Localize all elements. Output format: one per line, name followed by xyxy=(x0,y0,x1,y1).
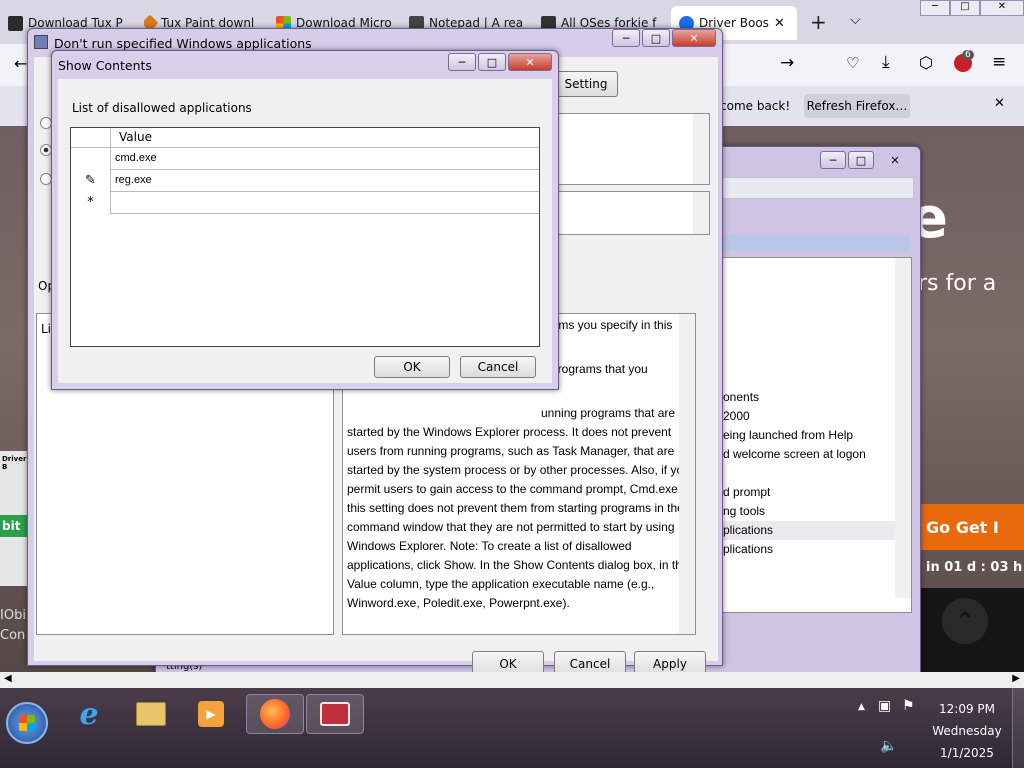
file-explorer-icon[interactable] xyxy=(122,694,180,734)
menu-icon[interactable]: ≡ xyxy=(992,52,1006,72)
bg-minimize-icon[interactable]: ─ xyxy=(820,151,846,169)
taskbar: e ▶ ▲ ▣ ⚑ 🔈 12:09 PM Wednesday 1/1/2025 xyxy=(0,688,1024,768)
group-policy-taskbar-icon[interactable] xyxy=(306,694,364,734)
clock-time: 12:09 PM xyxy=(939,702,995,716)
show-desktop-button[interactable] xyxy=(1012,688,1024,768)
scroll-right-icon[interactable]: ▶ xyxy=(1012,673,1020,684)
help-body-text: unning programs that are started by the … xyxy=(347,406,690,610)
clock-day: Wednesday xyxy=(932,724,1002,738)
countdown-timer: in 01 d : 03 h xyxy=(926,560,1023,575)
edit-pencil-icon: ✎ xyxy=(71,170,111,192)
policy-list-item[interactable]: 2000 xyxy=(723,407,897,426)
row-header xyxy=(71,148,111,170)
scroll-top-icon[interactable]: ⌃ xyxy=(942,598,988,644)
pocket-icon[interactable]: ♡ xyxy=(846,54,859,72)
new-tab-icon[interactable]: + xyxy=(810,10,827,34)
action-center-flag-icon[interactable]: ⚑ xyxy=(902,698,915,714)
download-icon[interactable]: ⤓ xyxy=(882,52,890,72)
network-icon[interactable]: ▣ xyxy=(878,698,891,714)
media-player-icon[interactable]: ▶ xyxy=(182,694,240,734)
firefox-taskbar-icon[interactable] xyxy=(246,694,304,734)
policy-app-icon xyxy=(34,35,48,49)
clock[interactable]: 12:09 PM Wednesday 1/1/2025 xyxy=(924,698,1010,764)
close-notification-icon[interactable]: ✕ xyxy=(994,96,1005,111)
grid-value-cell[interactable]: cmd.exe xyxy=(111,148,539,170)
page-horizontal-scrollbar[interactable]: ◀ ▶ xyxy=(0,672,1024,688)
clock-date: 1/1/2025 xyxy=(940,746,994,760)
bg-close-icon[interactable]: ✕ xyxy=(876,151,914,169)
extensions-icon[interactable]: ⬡ xyxy=(919,53,933,72)
list-label: List of disallowed applications xyxy=(72,101,252,115)
chevron-down-icon[interactable]: ⌵ xyxy=(850,12,861,28)
policy-window-controls: ─ □ ✕ xyxy=(612,29,716,47)
close-tab-icon[interactable]: ✕ xyxy=(774,16,785,31)
policy-list-item[interactable]: plications xyxy=(723,521,897,540)
bg-window-controls: ─ □ ✕ xyxy=(820,151,914,169)
new-row-icon: * xyxy=(71,192,111,214)
tux-icon xyxy=(8,15,23,31)
windows-logo-icon xyxy=(19,715,35,731)
comment-scrollbar[interactable] xyxy=(693,114,709,184)
close-icon[interactable]: ✕ xyxy=(980,0,1024,16)
ad-subhead: rs for a xyxy=(918,271,997,296)
grid-rows: cmd.exe ✎ reg.exe * xyxy=(71,148,539,214)
policy-list-item[interactable]: onents xyxy=(723,388,897,407)
forward-arrow-icon[interactable]: → xyxy=(780,53,794,73)
policy-minimize-icon[interactable]: ─ xyxy=(612,29,640,47)
values-grid: Value cmd.exe ✎ reg.exe * xyxy=(70,127,540,347)
policy-maximize-icon[interactable]: □ xyxy=(642,29,670,47)
refresh-firefox-button[interactable]: Refresh Firefox… xyxy=(804,94,910,118)
side-text-2: Con xyxy=(0,628,26,643)
comment-box[interactable] xyxy=(554,113,710,185)
policy-list-item[interactable]: ng tools xyxy=(723,502,897,521)
help-text-line1: grams you specify in this xyxy=(541,318,673,332)
grid-row[interactable]: cmd.exe xyxy=(71,148,539,170)
browser-window-controls: ─ □ ✕ xyxy=(920,0,1024,16)
dialog-close-icon[interactable]: ✕ xyxy=(508,53,552,71)
dialog-cancel-button[interactable]: Cancel xyxy=(460,356,536,378)
setting-button[interactable]: Setting xyxy=(554,71,618,97)
policy-close-icon[interactable]: ✕ xyxy=(672,29,716,47)
extension-badge: 6 xyxy=(962,50,974,60)
bg-policy-list: onents 2000 eing launched from Help d welco… xyxy=(722,257,912,613)
dialog-ok-button[interactable]: OK xyxy=(374,356,450,378)
dialog-minimize-icon[interactable]: ─ xyxy=(448,53,476,71)
dialog-window-controls: ─ □ ✕ xyxy=(448,53,552,71)
grid-corner xyxy=(71,128,111,148)
side-text-1: IObi xyxy=(0,608,26,623)
policy-list-item[interactable]: plications xyxy=(723,540,897,559)
bg-blue-bar xyxy=(722,235,910,251)
supported-scrollbar[interactable] xyxy=(693,192,709,234)
start-button[interactable] xyxy=(6,702,48,744)
show-hidden-icons[interactable]: ▲ xyxy=(858,702,865,712)
help-text-line2: n programs that you xyxy=(541,362,648,376)
volume-muted-icon[interactable]: 🔈 xyxy=(880,738,897,754)
back-arrow-icon[interactable]: ← xyxy=(14,54,27,73)
grid-value-cell[interactable]: reg.exe xyxy=(111,170,539,192)
bg-list-items: onents 2000 eing launched from Help d welco… xyxy=(723,388,897,559)
policy-list-item[interactable]: d prompt xyxy=(723,483,897,502)
supported-box xyxy=(554,191,710,235)
bg-header-bar xyxy=(722,177,914,199)
policy-list-item[interactable] xyxy=(723,464,897,483)
go-get-button[interactable]: Go Get I xyxy=(916,504,1024,550)
maximize-icon[interactable]: □ xyxy=(950,0,980,16)
internet-explorer-icon[interactable]: e xyxy=(60,694,118,734)
show-contents-dialog: Show Contents ─ □ ✕ List of disallowed a… xyxy=(51,50,559,390)
minimize-icon[interactable]: ─ xyxy=(920,0,950,16)
grid-row[interactable]: * xyxy=(71,192,539,214)
dialog-maximize-icon[interactable]: □ xyxy=(478,53,506,71)
grid-value-cell[interactable] xyxy=(111,192,539,214)
policy-list-item[interactable]: d welcome screen at logon xyxy=(723,445,897,464)
policy-list-item[interactable]: eing launched from Help xyxy=(723,426,897,445)
grid-row[interactable]: ✎ reg.exe xyxy=(71,170,539,192)
help-list-label: Li xyxy=(41,322,52,336)
value-column-header: Value xyxy=(111,128,539,148)
dialog-body: List of disallowed applications Value cm… xyxy=(58,79,552,383)
bg-maximize-icon[interactable]: □ xyxy=(848,151,874,169)
scroll-left-icon[interactable]: ◀ xyxy=(4,673,12,684)
notification-text: come back! xyxy=(720,99,791,113)
help-scrollbar[interactable] xyxy=(679,314,695,634)
bg-list-scrollbar[interactable] xyxy=(895,258,911,598)
